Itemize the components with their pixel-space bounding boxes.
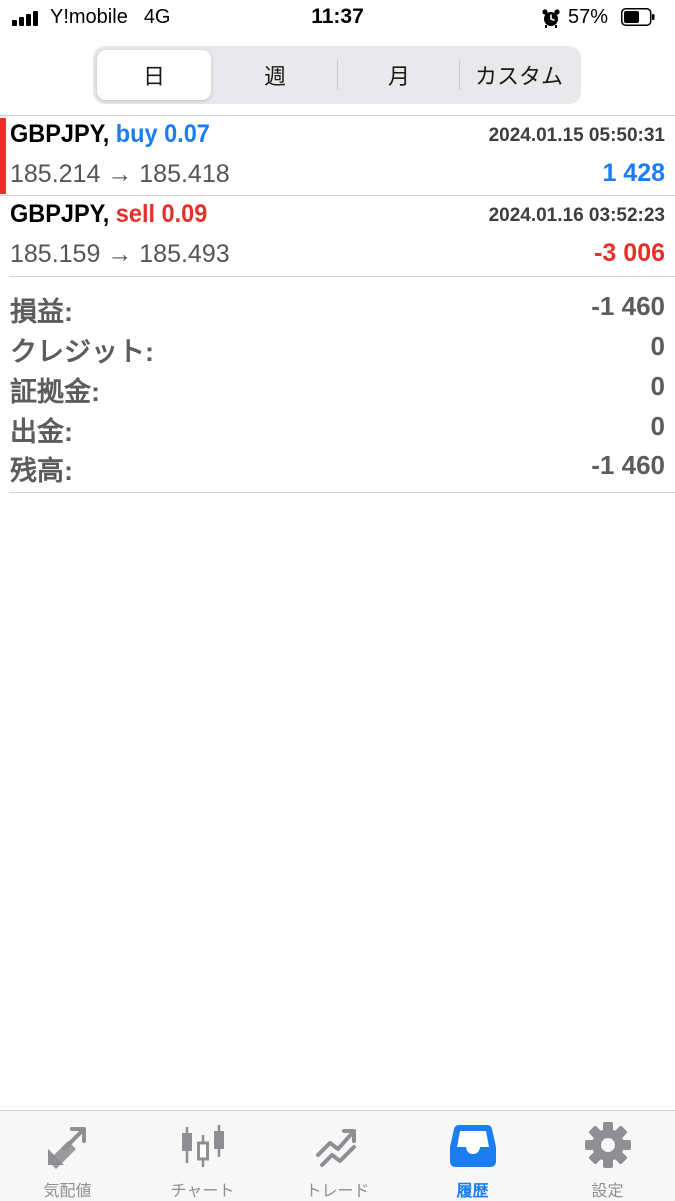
trade-symbol: GBPJPY,: [10, 200, 110, 228]
summary-profit-value: -1 460: [591, 291, 665, 321]
tab-day-label: 日: [142, 64, 165, 89]
summary-withdrawal-value: 0: [650, 411, 665, 441]
trade-row[interactable]: GBPJPY, buy 0.07 2024.01.15 05:50:31 185…: [0, 116, 675, 196]
tab-quotes-label: 気配値: [43, 1183, 92, 1200]
summary-deposit-value: 0: [650, 371, 665, 401]
trade-title: GBPJPY, buy 0.07: [10, 120, 210, 149]
tab-week[interactable]: 週: [215, 50, 335, 100]
tab-chart-label: チャート: [170, 1183, 235, 1200]
battery-icon: [621, 8, 655, 26]
tab-settings-label: 設定: [591, 1183, 624, 1200]
tab-settings[interactable]: 設定: [540, 1111, 675, 1201]
tab-history[interactable]: 履歴: [405, 1111, 540, 1201]
trade-profit: -3 006: [594, 239, 665, 267]
trade-profit: 1 428: [602, 159, 665, 187]
summary-deposit-row: 証拠金: 0: [0, 368, 675, 408]
tab-history-label: 履歴: [456, 1183, 489, 1200]
summary-profit-row: 損益: -1 460: [0, 288, 675, 328]
summary-balance-row: 残高: -1 460: [0, 447, 675, 487]
summary-balance-value: -1 460: [591, 450, 665, 480]
summary-credit-row: クレジット: 0: [0, 328, 675, 368]
tab-month-label: 月: [387, 64, 410, 89]
quotes-arrows-icon: [48, 1127, 86, 1169]
summary-profit-label: 損益:: [10, 297, 73, 327]
trade-side-volume: buy 0.07: [115, 120, 210, 148]
divider: [9, 492, 675, 493]
tab-chart[interactable]: チャート: [135, 1111, 270, 1201]
summary-credit-label: クレジット:: [10, 337, 154, 367]
trade-datetime: 2024.01.16 03:52:23: [488, 205, 665, 226]
trade-prices: 185.214 → 185.418: [10, 160, 230, 188]
trade-datetime: 2024.01.15 05:50:31: [488, 125, 665, 146]
alarm-icon: [542, 9, 560, 28]
selection-accent-bar: [0, 118, 6, 194]
trade-title: GBPJPY, sell 0.09: [10, 200, 207, 229]
trade-side-volume: sell 0.09: [115, 200, 208, 228]
tab-custom-label: カスタム: [474, 64, 563, 89]
tab-week-label: 週: [263, 64, 286, 89]
tab-trade[interactable]: トレード: [270, 1111, 405, 1201]
tab-quotes[interactable]: 気配値: [0, 1111, 135, 1201]
bottom-tab-bar: 気配値 チャート トレード 履歴 設定: [0, 1110, 675, 1201]
tab-month[interactable]: 月: [339, 50, 459, 100]
trade-row[interactable]: GBPJPY, sell 0.09 2024.01.16 03:52:23 18…: [0, 196, 675, 276]
segment-divider: [337, 60, 338, 90]
divider: [9, 276, 675, 277]
tab-day[interactable]: 日: [97, 50, 211, 100]
inbox-tray-icon: [450, 1125, 496, 1167]
segment-divider: [459, 60, 460, 90]
status-bar: Y!mobile 4G 11:37 57%: [0, 0, 675, 40]
summary-credit-value: 0: [650, 331, 665, 361]
summary-withdrawal-label: 出金:: [10, 417, 73, 447]
summary-deposit-label: 証拠金:: [10, 377, 100, 407]
period-segmented-control: 日 週 月 カスタム: [93, 46, 581, 104]
battery-percent: 57%: [568, 6, 609, 28]
candlestick-chart-icon: [182, 1125, 224, 1167]
tab-trade-label: トレード: [305, 1183, 370, 1200]
gear-icon: [585, 1122, 631, 1168]
trade-symbol: GBPJPY,: [10, 120, 110, 148]
trade-prices: 185.159 → 185.493: [10, 240, 230, 268]
trade-chart-icon: [316, 1129, 356, 1167]
tab-custom[interactable]: カスタム: [461, 50, 577, 100]
summary-balance-label: 残高:: [10, 456, 73, 486]
summary-withdrawal-row: 出金: 0: [0, 408, 675, 448]
